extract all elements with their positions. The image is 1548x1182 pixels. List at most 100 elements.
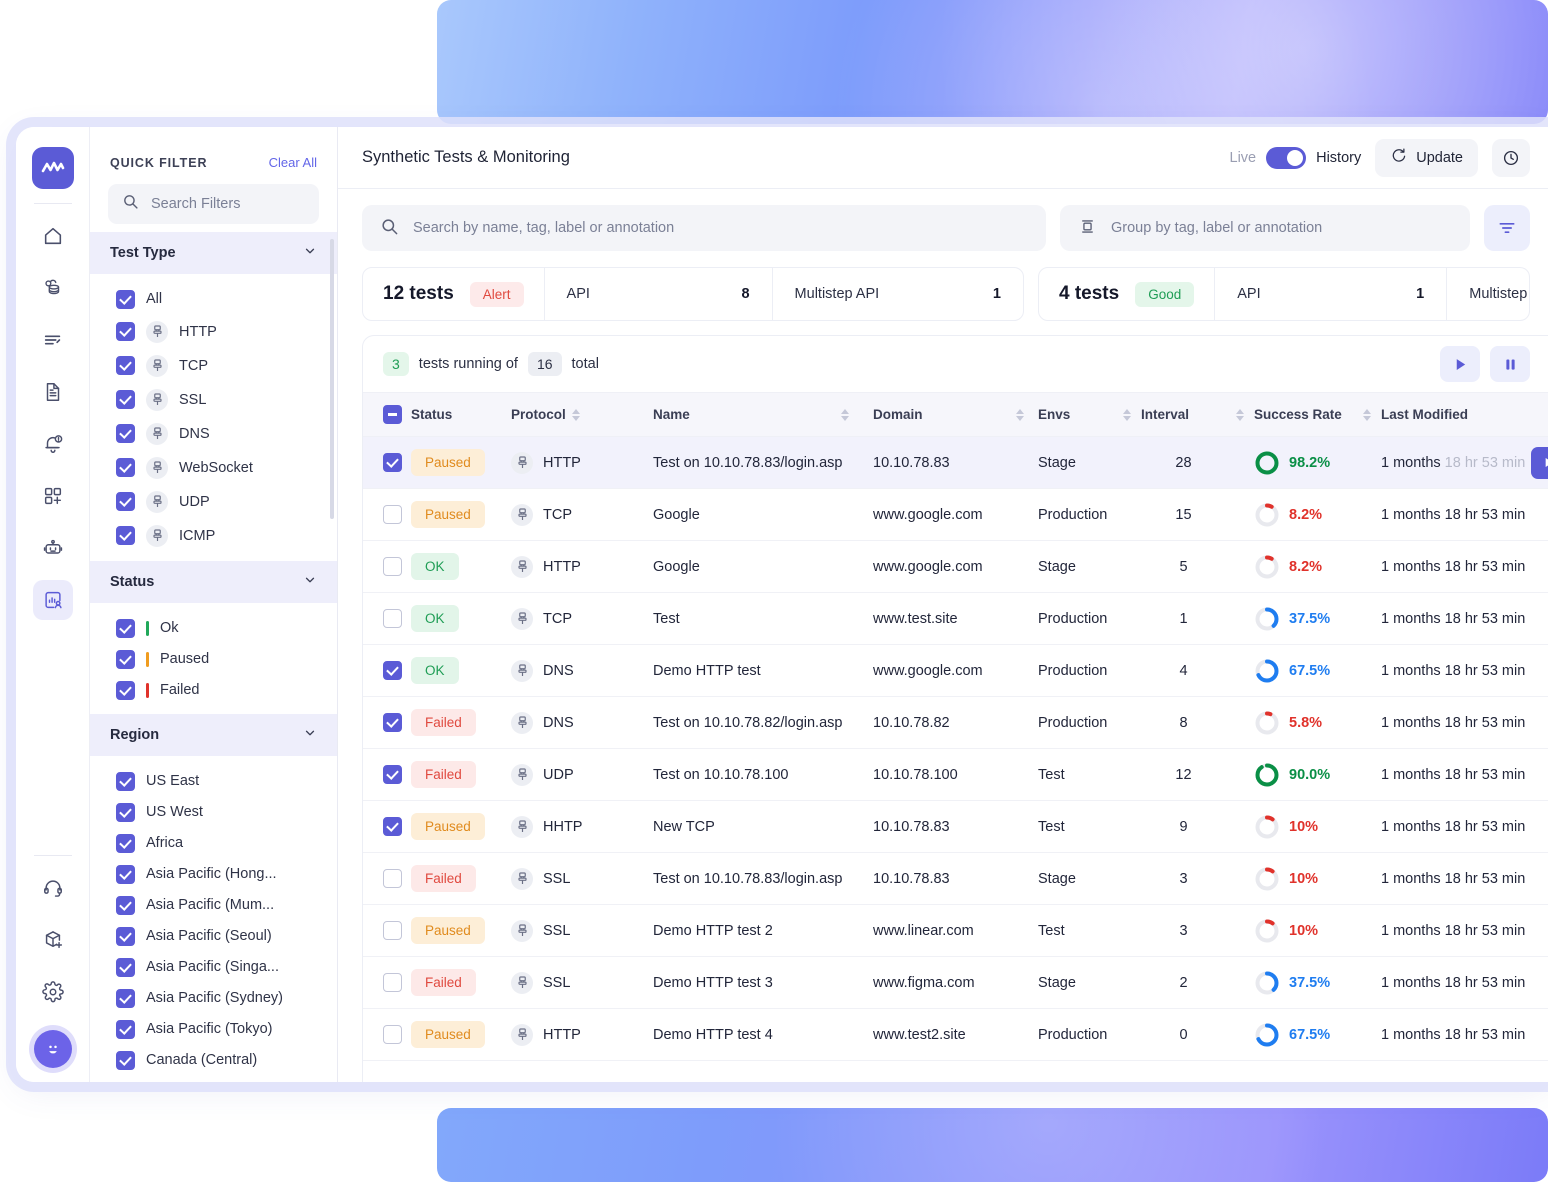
checkbox[interactable] [116, 492, 135, 512]
sort-icon[interactable] [841, 408, 849, 421]
facet-option-http[interactable]: HTTP [90, 315, 337, 349]
user-avatar[interactable] [33, 1030, 72, 1068]
table-row[interactable]: OK DNS Demo HTTP test www.google.com Product… [363, 644, 1548, 697]
checkbox[interactable] [116, 458, 135, 478]
support-icon[interactable] [33, 868, 73, 908]
row-checkbox[interactable] [383, 609, 402, 628]
facet-option-icmp[interactable]: ICMP [90, 519, 337, 553]
sidebar-item-logs[interactable] [33, 320, 73, 360]
row-name-cell[interactable]: Test on 10.10.78.83/login.asp [653, 852, 873, 905]
table-row[interactable]: OK TCP Test www.test.site Production 1 37.5% 1 … [363, 592, 1548, 645]
row-select-cell[interactable] [363, 696, 411, 749]
checkbox[interactable] [116, 390, 135, 410]
facet-option-ap-hongkong[interactable]: Asia Pacific (Hong... [90, 859, 337, 890]
table-row[interactable]: Failed UDP Test on 10.10.78.100 10.10.78.10… [363, 748, 1548, 801]
checkbox[interactable] [116, 802, 135, 822]
column-header-success-rate[interactable]: Success Rate [1254, 392, 1381, 437]
facet-option-udp[interactable]: UDP [90, 485, 337, 519]
search-filters-input[interactable]: Search Filters [108, 184, 319, 224]
sort-icon[interactable] [1016, 408, 1024, 421]
row-name-cell[interactable]: Demo HTTP test 4 [653, 1008, 873, 1061]
facet-option-dns[interactable]: DNS [90, 417, 337, 451]
clear-all-button[interactable]: Clear All [269, 155, 317, 170]
row-name-cell[interactable]: Test [653, 592, 873, 645]
facet-option-tcp[interactable]: TCP [90, 349, 337, 383]
checkbox[interactable] [116, 424, 135, 444]
sidebar-scrollbar[interactable] [330, 239, 334, 519]
row-select-cell[interactable] [363, 436, 411, 489]
clock-icon[interactable] [1492, 138, 1530, 177]
column-header-domain[interactable]: Domain [873, 392, 1038, 437]
pause-all-button[interactable] [1490, 346, 1530, 382]
facet-option-canada-central[interactable]: Canada (Central) [90, 1045, 337, 1076]
sidebar-item-integrations[interactable] [33, 476, 73, 516]
row-play-button[interactable] [1531, 446, 1548, 479]
play-all-button[interactable] [1440, 346, 1480, 382]
gear-icon[interactable] [33, 972, 73, 1012]
facet-option-all[interactable]: All [90, 284, 337, 315]
facet-option-paused[interactable]: Paused [90, 644, 337, 675]
facet-option-us-east[interactable]: US East [90, 766, 337, 797]
row-name-cell[interactable]: Google [653, 488, 873, 541]
checkbox[interactable] [116, 322, 135, 342]
facet-option-us-west[interactable]: US West [90, 797, 337, 828]
checkbox[interactable] [116, 680, 135, 700]
row-name-cell[interactable]: Demo HTTP test 3 [653, 956, 873, 1009]
table-row[interactable]: OK HTTP Google www.google.com Stage 5 8.2% 1 mo… [363, 540, 1548, 593]
facet-header-region[interactable]: Region [90, 713, 337, 756]
table-row[interactable]: Failed SSL Demo HTTP test 3 www.figma.com St… [363, 956, 1548, 1009]
checkbox[interactable] [116, 289, 135, 309]
row-checkbox[interactable] [383, 557, 402, 576]
row-select-cell[interactable] [363, 488, 411, 541]
facet-option-ok[interactable]: Ok [90, 613, 337, 644]
column-header-protocol[interactable]: Protocol [511, 392, 653, 437]
checkbox[interactable] [116, 895, 135, 915]
checkbox[interactable] [116, 1019, 135, 1039]
row-select-cell[interactable] [363, 904, 411, 957]
select-all-checkbox[interactable] [383, 405, 402, 424]
checkbox[interactable] [116, 1050, 135, 1070]
checkbox[interactable] [116, 356, 135, 376]
row-checkbox[interactable] [383, 1025, 402, 1044]
row-select-cell[interactable] [363, 748, 411, 801]
checkbox[interactable] [116, 988, 135, 1008]
checkbox[interactable] [116, 833, 135, 853]
facet-option-ap-singapore[interactable]: Asia Pacific (Singa... [90, 952, 337, 983]
table-row[interactable]: Paused HHTP New TCP 10.10.78.83 Test 9 10% 1 mo… [363, 800, 1548, 853]
facet-option-failed[interactable]: Failed [90, 675, 337, 706]
summary-card-good[interactable]: 4 tests Good API 1 Multistep [1038, 267, 1530, 321]
row-checkbox[interactable] [383, 713, 402, 732]
checkbox[interactable] [116, 957, 135, 977]
row-name-cell[interactable]: Google [653, 540, 873, 593]
column-header-status[interactable]: Status [411, 392, 511, 437]
sort-icon[interactable] [1363, 408, 1371, 421]
row-name-cell[interactable]: Test on 10.10.78.83/login.asp [653, 436, 873, 489]
facet-option-ssl[interactable]: SSL [90, 383, 337, 417]
checkbox[interactable] [116, 618, 135, 638]
row-select-cell[interactable] [363, 800, 411, 853]
sort-icon[interactable] [1123, 408, 1131, 421]
row-name-cell[interactable]: Test on 10.10.78.100 [653, 748, 873, 801]
row-select-cell[interactable] [363, 592, 411, 645]
checkbox[interactable] [116, 771, 135, 791]
facet-option-ap-mumbai[interactable]: Asia Pacific (Mum... [90, 890, 337, 921]
row-select-cell[interactable] [363, 644, 411, 697]
column-header-last-modified[interactable]: Last Modified [1381, 392, 1548, 437]
filter-button[interactable] [1484, 205, 1530, 251]
column-header-interval[interactable]: Interval [1141, 392, 1254, 437]
group-by-input[interactable]: Group by tag, label or annotation [1060, 205, 1470, 251]
live-history-toggle[interactable]: Live History [1230, 146, 1361, 169]
app-logo[interactable] [31, 147, 74, 189]
row-checkbox[interactable] [383, 661, 402, 680]
table-row[interactable]: Paused HTTP Demo HTTP test 4 www.test2.site… [363, 1008, 1548, 1061]
row-name-cell[interactable]: Test on 10.10.78.82/login.asp [653, 696, 873, 749]
row-checkbox[interactable] [383, 817, 402, 836]
facet-option-ap-seoul[interactable]: Asia Pacific (Seoul) [90, 921, 337, 952]
sidebar-item-reports[interactable] [33, 372, 73, 412]
column-header-name[interactable]: Name [653, 392, 873, 437]
row-select-cell[interactable] [363, 540, 411, 593]
table-row[interactable]: Paused TCP Google www.google.com Production 1… [363, 488, 1548, 541]
row-checkbox[interactable] [383, 869, 402, 888]
search-input[interactable]: Search by name, tag, label or annotation [362, 205, 1046, 251]
row-name-cell[interactable]: New TCP [653, 800, 873, 853]
